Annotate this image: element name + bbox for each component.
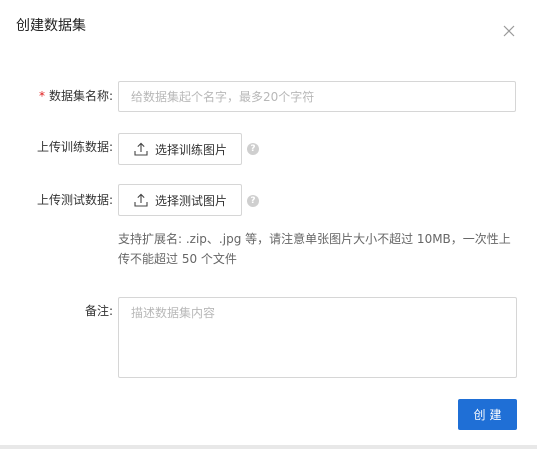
test-upload-label: 上传测试数据: [36, 193, 113, 207]
train-help-icon[interactable]: ? [247, 143, 259, 155]
select-test-images-button[interactable]: 选择测试图片 [118, 184, 242, 216]
train-upload-label: 上传训练数据: [36, 140, 113, 154]
upload-icon [134, 193, 148, 207]
close-icon[interactable] [502, 24, 516, 38]
required-mark: * [38, 89, 45, 103]
upload-hint-text: 支持扩展名: .zip、.jpg 等，请注意单张图片大小不超过 10MB，一次性… [118, 232, 511, 266]
create-button[interactable]: 创建 [458, 399, 517, 430]
select-train-images-label: 选择训练图片 [155, 142, 228, 157]
dialog-title: 创建数据集 [16, 18, 86, 34]
background-strip [0, 445, 537, 449]
remark-textarea[interactable] [118, 297, 517, 378]
dataset-name-input[interactable] [118, 81, 516, 112]
remark-label: 备注: [84, 304, 113, 318]
dataset-name-label: * 数据集名称: [0, 88, 113, 104]
dataset-name-label-text: 数据集名称: [48, 89, 113, 103]
test-help-icon[interactable]: ? [247, 195, 259, 207]
select-train-images-button[interactable]: 选择训练图片 [118, 133, 242, 165]
create-dataset-dialog: 创建数据集 *数据集名称: 上传训练数据: 选择训练图片 ? 上传测试数据: 选… [0, 0, 537, 449]
upload-icon [134, 142, 148, 156]
select-test-images-label: 选择测试图片 [155, 193, 228, 208]
